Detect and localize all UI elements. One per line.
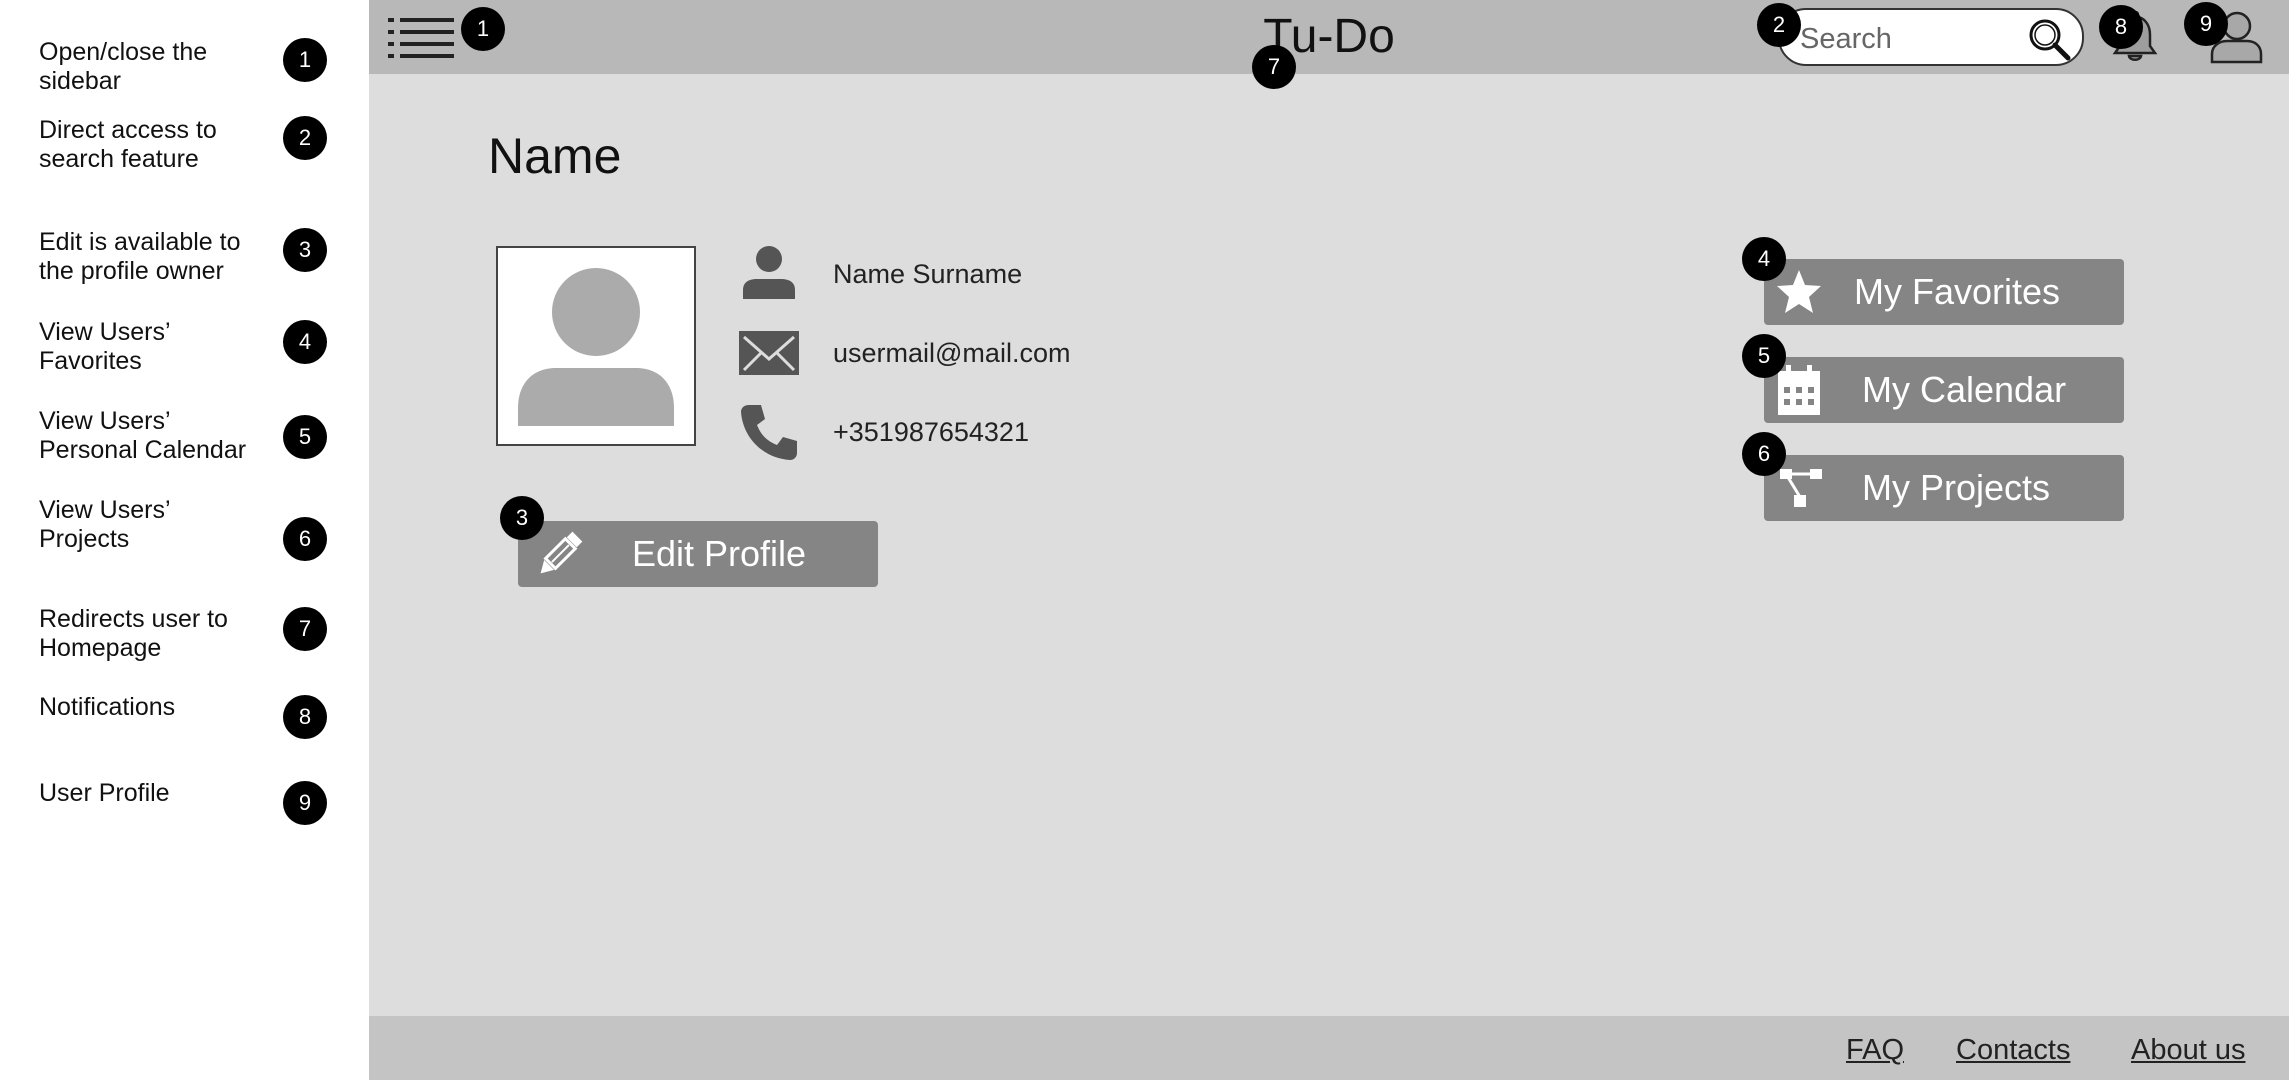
legend-item: View Users’ Favorites 4 — [39, 318, 369, 388]
marker-badge-1: 1 — [461, 7, 505, 51]
marker-badge-4: 4 — [1742, 237, 1786, 281]
phone-icon — [741, 405, 797, 460]
app-window: 1 Tu-Do 7 2 8 9 Name — [369, 0, 2289, 1080]
marker-badge-5: 5 — [1742, 334, 1786, 378]
legend-badge: 1 — [283, 38, 327, 82]
marker-badge-7: 7 — [1252, 45, 1296, 89]
person-icon — [743, 246, 795, 299]
legend-text: Redirects user to Homepage — [39, 605, 228, 662]
my-favorites-button[interactable]: My Favorites — [1764, 259, 2124, 325]
search-input[interactable] — [1798, 20, 2022, 58]
project-tree-icon — [1780, 469, 1822, 507]
marker-badge-2: 2 — [1757, 3, 1801, 47]
pencil-icon — [540, 531, 583, 574]
email-text: usermail@mail.com — [833, 338, 1071, 368]
marker-badge-3: 3 — [500, 496, 544, 540]
my-favorites-label: My Favorites — [1854, 271, 2061, 312]
annotation-legend: Open/close the sidebar 1 Direct access t… — [0, 0, 369, 1080]
legend-badge: 7 — [283, 607, 327, 651]
legend-text: Notifications — [39, 693, 176, 721]
legend-text: Direct access to search feature — [39, 116, 217, 173]
my-calendar-button[interactable]: My Calendar — [1764, 357, 2124, 423]
legend-item: User Profile 9 — [39, 779, 369, 849]
legend-text: Open/close the sidebar — [39, 38, 208, 95]
legend-badge: 8 — [283, 695, 327, 739]
edit-profile-label: Edit Profile — [632, 533, 807, 574]
top-bar: 1 Tu-Do 7 2 8 9 — [369, 0, 2289, 89]
legend-badge: 5 — [283, 415, 327, 459]
legend-text: View Users’ Favorites — [39, 318, 170, 375]
footer-faq-link[interactable]: FAQ — [1846, 1032, 1904, 1068]
legend-badge: 6 — [283, 517, 327, 561]
footer: FAQ Contacts About us — [369, 1016, 2289, 1080]
search-box — [1778, 8, 2084, 66]
footer-contacts-link[interactable]: Contacts — [1956, 1032, 2070, 1068]
magnifier-icon[interactable] — [2026, 16, 2072, 62]
marker-badge-6: 6 — [1742, 432, 1786, 476]
legend-text: User Profile — [39, 779, 170, 807]
legend-badge: 2 — [283, 116, 327, 160]
avatar-placeholder-icon — [518, 268, 674, 426]
marker-badge-8: 8 — [2099, 5, 2143, 49]
legend-badge: 9 — [283, 781, 327, 825]
calendar-icon — [1778, 365, 1820, 415]
legend-text: View Users’ Personal Calendar — [39, 407, 247, 464]
legend-text: Edit is available to the profile owner — [39, 228, 241, 285]
avatar — [496, 246, 696, 446]
legend-item: View Users’ Personal Calendar 5 — [39, 407, 369, 477]
legend-badge: 4 — [283, 320, 327, 364]
legend-item: Redirects user to Homepage 7 — [39, 605, 369, 675]
footer-about-link[interactable]: About us — [2131, 1032, 2245, 1068]
full-name-text: Name Surname — [833, 259, 1023, 289]
legend-item: Notifications 8 — [39, 693, 369, 763]
legend-item: Direct access to search feature 2 — [39, 116, 369, 186]
my-calendar-label: My Calendar — [1862, 369, 2067, 410]
edit-profile-button[interactable]: Edit Profile — [518, 521, 878, 587]
legend-badge: 3 — [283, 228, 327, 272]
page-title: Name — [488, 128, 622, 184]
phone-text: +351987654321 — [833, 417, 1029, 447]
legend-item: View Users’ Projects 6 — [39, 496, 369, 566]
my-projects-label: My Projects — [1862, 467, 2051, 508]
star-icon — [1777, 270, 1821, 313]
marker-badge-9: 9 — [2184, 2, 2228, 46]
legend-text: View Users’ Projects — [39, 496, 170, 553]
my-projects-button[interactable]: My Projects — [1764, 455, 2124, 521]
envelope-icon — [739, 331, 799, 375]
legend-item: Edit is available to the profile owner 3 — [39, 228, 369, 298]
legend-item: Open/close the sidebar 1 — [39, 38, 369, 108]
